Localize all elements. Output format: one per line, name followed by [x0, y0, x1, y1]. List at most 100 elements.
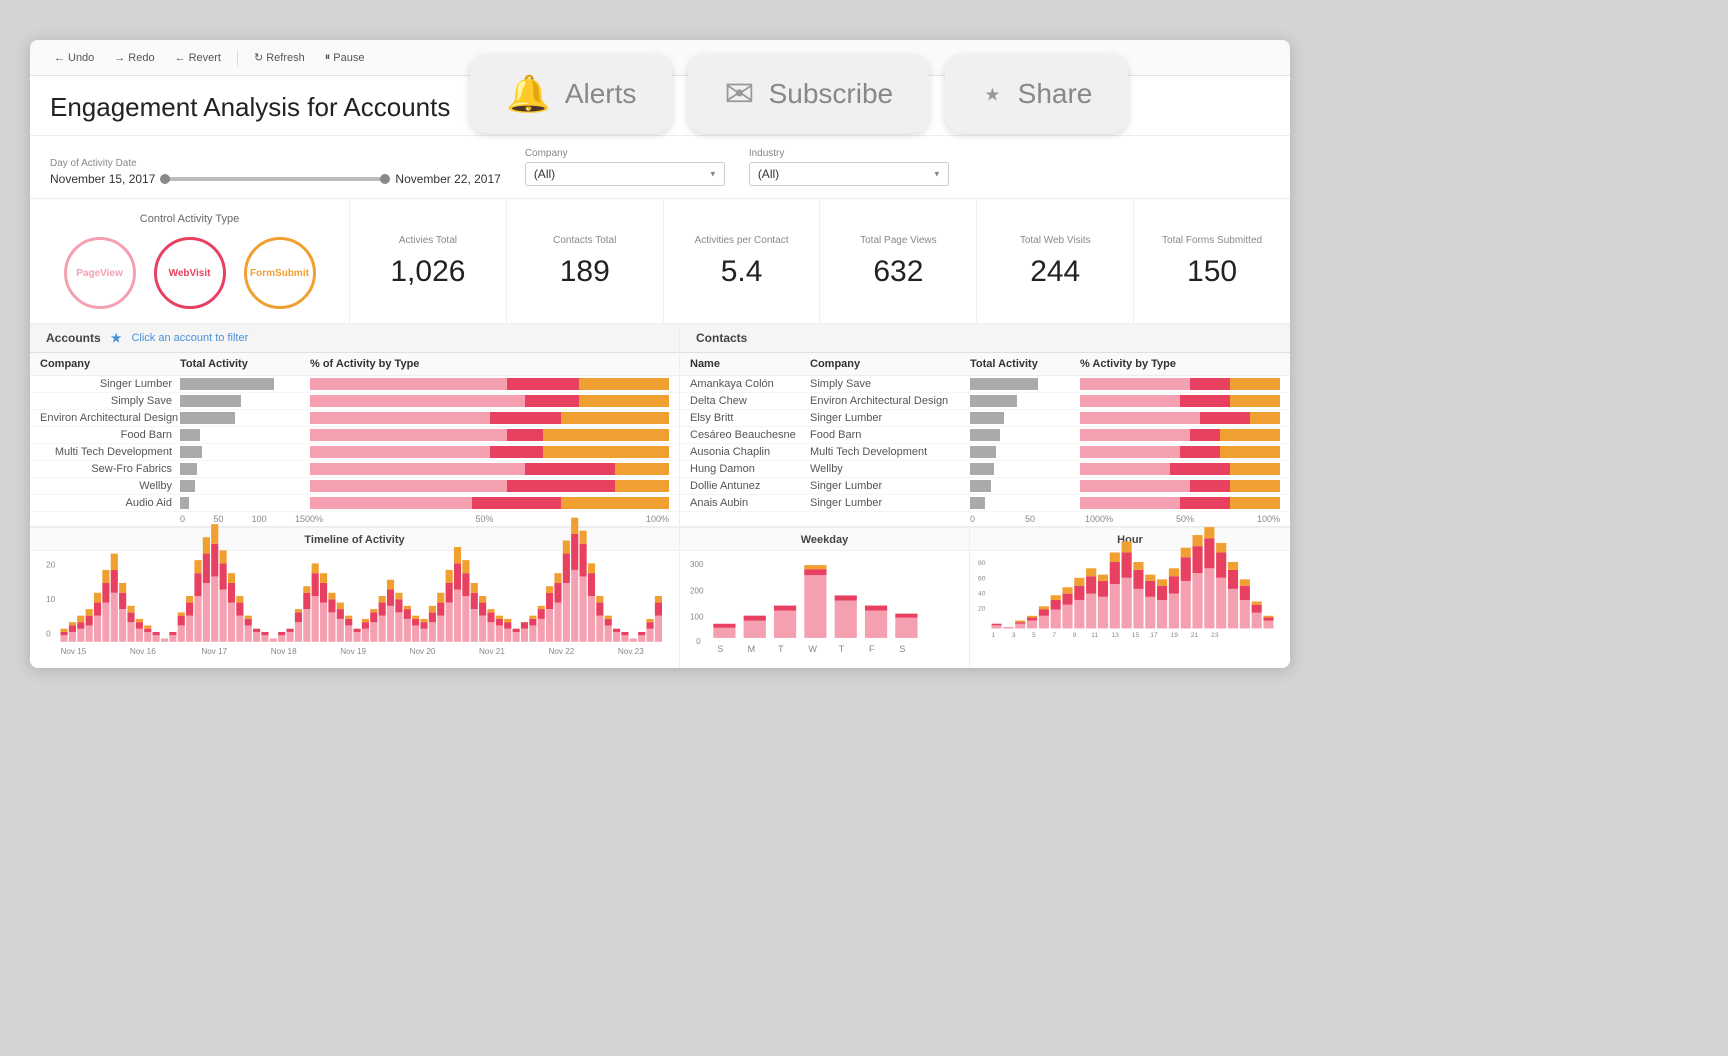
contacts-row-6[interactable]: Dollie Antunez Singer Lumber	[680, 478, 1290, 495]
company-select[interactable]: (All)	[525, 162, 725, 186]
revert-label: Revert	[189, 52, 221, 64]
date-range-track[interactable]	[165, 177, 385, 181]
acc-total-bar-fill-1	[180, 395, 241, 407]
con-pct-track-3	[1080, 429, 1280, 441]
accounts-row-7[interactable]: Audio Aid	[30, 495, 679, 512]
kpi-circles: PageView WebVisit FormSubmit	[50, 237, 329, 309]
contacts-row-4[interactable]: Ausonia Chaplin Multi Tech Development	[680, 444, 1290, 461]
top-action-bar: 🔔 Alerts ✉ Subscribe ⋆ Share	[470, 55, 1128, 133]
accounts-row-6[interactable]: Wellby	[30, 478, 679, 495]
con-total-bar-fill-3	[970, 429, 1000, 441]
timeline-svg: 20 10 0 Nov 15 Nov 16 Nov 17 Nov 18 Nov …	[38, 555, 671, 657]
con-company-3: Food Barn	[810, 429, 970, 441]
svg-text:17: 17	[1150, 632, 1158, 639]
con-name-0: Amankaya Colón	[690, 378, 810, 390]
alerts-button[interactable]: 🔔 Alerts	[470, 55, 672, 133]
timeline-chart-area: 20 10 0 Nov 15 Nov 16 Nov 17 Nov 18 Nov …	[30, 551, 679, 660]
contacts-row-3[interactable]: Cesáreo Beauchesne Food Barn	[680, 427, 1290, 444]
contacts-row-2[interactable]: Elsy Britt Singer Lumber	[680, 410, 1290, 427]
accounts-row-4[interactable]: Multi Tech Development	[30, 444, 679, 461]
con-company-4: Multi Tech Development	[810, 446, 970, 458]
redo-button[interactable]: → Redo	[106, 49, 162, 67]
accounts-total-axis: 0 50 100 150	[180, 514, 310, 524]
accounts-contacts-row: Accounts ★ Click an account to filter Co…	[30, 324, 1290, 527]
svg-text:23: 23	[1211, 632, 1219, 639]
accounts-table: Singer Lumber Simply Save Environ Archit…	[30, 376, 679, 512]
accounts-filter-hint[interactable]: Click an account to filter	[131, 332, 248, 344]
date-start: November 15, 2017	[50, 172, 155, 186]
contacts-row-1[interactable]: Delta Chew Environ Architectural Design	[680, 393, 1290, 410]
date-filter-label: Day of Activity Date	[50, 158, 501, 169]
accounts-row-0[interactable]: Singer Lumber	[30, 376, 679, 393]
range-left-handle[interactable]	[160, 174, 170, 184]
undo-button[interactable]: ← Undo	[46, 49, 102, 67]
acc-seg-pink-7	[310, 497, 472, 509]
acc-pct-bar-0	[310, 378, 669, 390]
con-seg-pink-5	[1080, 463, 1170, 475]
svg-text:300: 300	[690, 560, 704, 569]
kpi-metric-value-5: 150	[1187, 255, 1237, 289]
con-pct-bar-4	[1080, 446, 1280, 458]
svg-text:Nov 21: Nov 21	[479, 647, 505, 656]
acc-seg-orange-2	[561, 412, 669, 424]
svg-text:Nov 22: Nov 22	[548, 647, 574, 656]
con-pct-track-2	[1080, 412, 1280, 424]
svg-text:9: 9	[1073, 632, 1077, 639]
con-total-bar-3	[970, 429, 1080, 441]
acc-seg-orange-4	[543, 446, 669, 458]
kpi-circle-pageview[interactable]: PageView	[64, 237, 136, 309]
subscribe-button[interactable]: ✉ Subscribe	[688, 55, 929, 133]
con-seg-red-0	[1190, 378, 1230, 390]
contacts-section: Contacts Name Company Total Activity % A…	[680, 324, 1290, 526]
contacts-row-5[interactable]: Hung Damon Wellby	[680, 461, 1290, 478]
bottom-charts-row: Timeline of Activity 20 10 0 Nov 15 Nov …	[30, 527, 1290, 668]
svg-text:Nov 19: Nov 19	[340, 647, 366, 656]
pause-button[interactable]: ⏸ Pause	[317, 48, 373, 67]
kpi-metric-label-3: Total Page Views	[860, 234, 937, 247]
accounts-row-1[interactable]: Simply Save	[30, 393, 679, 410]
kpi-metric-5: Total Forms Submitted 150	[1134, 199, 1290, 323]
kpi-circle-webvisit[interactable]: WebVisit	[154, 237, 226, 309]
con-company-6: Singer Lumber	[810, 480, 970, 492]
acc-total-bar-2	[180, 412, 310, 424]
svg-text:S: S	[717, 644, 723, 654]
contacts-row-0[interactable]: Amankaya Colón Simply Save	[680, 376, 1290, 393]
date-range[interactable]: November 15, 2017 November 22, 2017	[50, 172, 501, 186]
con-name-2: Elsy Britt	[690, 412, 810, 424]
svg-text:S: S	[899, 644, 905, 654]
con-seg-orange-3	[1220, 429, 1280, 441]
redo-label: Redo	[128, 52, 154, 64]
contacts-pct-axis: 0% 50% 100%	[1100, 514, 1280, 524]
accounts-section: Accounts ★ Click an account to filter Co…	[30, 324, 680, 526]
contacts-row-7[interactable]: Anais Aubin Singer Lumber	[680, 495, 1290, 512]
contacts-table-header: Name Company Total Activity % Activity b…	[680, 353, 1290, 376]
weekday-svg: 300 200 100 0	[688, 555, 961, 656]
accounts-row-3[interactable]: Food Barn	[30, 427, 679, 444]
con-company-0: Simply Save	[810, 378, 970, 390]
accounts-th-pct: % of Activity by Type	[310, 358, 669, 370]
acc-seg-orange-1	[579, 395, 669, 407]
con-pct-bar-2	[1080, 412, 1280, 424]
industry-select[interactable]: (All)	[749, 162, 949, 186]
svg-text:0: 0	[696, 637, 701, 646]
kpi-circle-formsubmit[interactable]: FormSubmit	[244, 237, 316, 309]
refresh-button[interactable]: ↻ Refresh	[246, 48, 313, 67]
con-seg-pink-4	[1080, 446, 1180, 458]
pct-axis-100: 100%	[646, 514, 669, 524]
con-company-1: Environ Architectural Design	[810, 395, 970, 407]
accounts-row-5[interactable]: Sew-Fro Fabrics	[30, 461, 679, 478]
acc-company-5: Sew-Fro Fabrics	[40, 463, 180, 475]
share-button[interactable]: ⋆ Share	[945, 55, 1128, 133]
subscribe-label: Subscribe	[769, 78, 894, 110]
revert-button[interactable]: ← Revert	[167, 49, 229, 67]
acc-pct-bar-3	[310, 429, 669, 441]
kpi-metric-label-2: Activities per Contact	[695, 234, 789, 247]
acc-seg-red-6	[507, 480, 615, 492]
acc-seg-pink-0	[310, 378, 507, 390]
kpi-metric-0: Activies Total 1,026	[350, 199, 507, 323]
con-pct-bar-5	[1080, 463, 1280, 475]
accounts-row-2[interactable]: Environ Architectural Design	[30, 410, 679, 427]
range-right-handle[interactable]	[380, 174, 390, 184]
acc-total-bar-fill-3	[180, 429, 200, 441]
acc-company-1: Simply Save	[40, 395, 180, 407]
